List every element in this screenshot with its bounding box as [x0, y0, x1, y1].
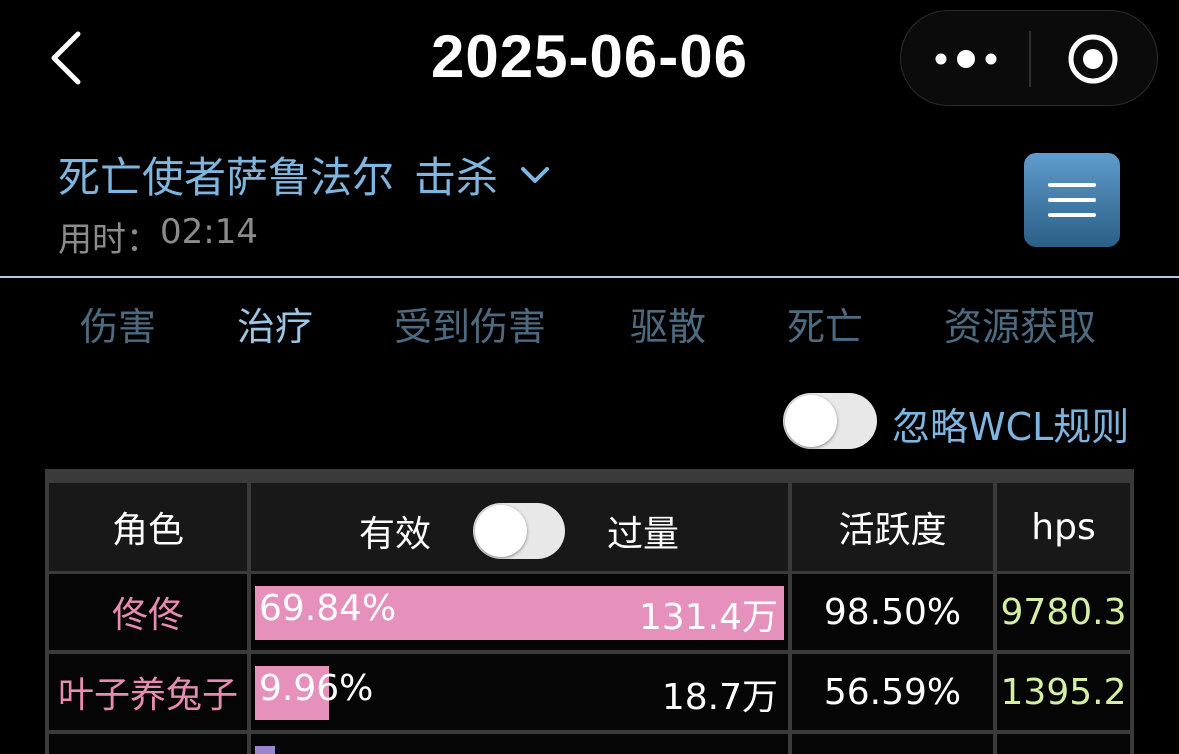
header-hps: hps — [997, 483, 1130, 571]
tab-healing[interactable]: 治疗 — [237, 296, 313, 351]
table-row-partial — [49, 734, 247, 754]
healing-bar-cell — [251, 734, 788, 754]
healing-share-bar — [255, 746, 275, 754]
more-dots-icon[interactable] — [931, 39, 1001, 79]
healing-table: 角色 有效 过量 活跃度 hps 佟佟 69.84% 131.4万 98.50%… — [45, 469, 1134, 754]
tab-deaths[interactable]: 死亡 — [787, 296, 863, 351]
chevron-down-icon — [521, 166, 550, 183]
header-role: 角色 — [49, 483, 247, 571]
healing-share: 9.96% — [259, 668, 374, 709]
hps-value: 9780.3 — [997, 574, 1130, 650]
healing-bar-cell: 9.96% 18.7万 — [251, 654, 788, 730]
hps-value: 1395.2 — [997, 654, 1130, 730]
tab-damage-taken[interactable]: 受到伤害 — [394, 296, 546, 351]
duration-label: 用时： — [58, 220, 160, 260]
target-circle-icon[interactable] — [1065, 33, 1121, 85]
encounter-duration: 用时： 02:14 — [58, 212, 258, 261]
healing-amount: 18.7万 — [661, 677, 778, 718]
encounter-result: 击杀 — [414, 153, 499, 202]
activity-value: 98.50% — [792, 574, 993, 650]
tab-dispels[interactable]: 驱散 — [630, 296, 706, 351]
player-name[interactable]: 叶子养兔子 — [49, 654, 247, 730]
hps-value — [997, 734, 1130, 754]
header-effective: 有效 — [359, 514, 432, 555]
header-activity: 活跃度 — [792, 483, 993, 571]
ignore-wcl-rule-label: 忽略WCL规则 — [892, 405, 1130, 449]
overheal-toggle[interactable] — [473, 503, 565, 559]
activity-value — [792, 734, 993, 754]
capsule-divider — [1029, 31, 1031, 87]
header-divider — [0, 276, 1179, 278]
ignore-wcl-rule-toggle[interactable] — [783, 393, 877, 449]
tab-resources[interactable]: 资源获取 — [944, 296, 1096, 351]
header-overheal: 过量 — [607, 514, 680, 555]
metric-tabs: 伤害 治疗 受到伤害 驱散 死亡 资源获取 — [0, 296, 1179, 349]
healing-share: 69.84% — [259, 588, 397, 629]
toggle-knob — [475, 505, 527, 557]
duration-value: 02:14 — [160, 212, 258, 252]
boss-name: 死亡使者萨鲁法尔 — [58, 153, 395, 202]
tab-damage[interactable]: 伤害 — [80, 296, 156, 351]
healing-bar-cell: 69.84% 131.4万 — [251, 574, 788, 650]
header-effective-overheal: 有效 过量 — [251, 483, 788, 571]
mini-program-capsule — [900, 10, 1158, 106]
activity-value: 56.59% — [792, 654, 993, 730]
hamburger-menu-icon[interactable] — [1024, 153, 1120, 247]
encounter-selector[interactable]: 死亡使者萨鲁法尔 击杀 — [58, 144, 550, 205]
healing-amount: 131.4万 — [638, 597, 778, 638]
player-name[interactable]: 佟佟 — [49, 574, 247, 650]
toggle-knob — [785, 395, 837, 447]
